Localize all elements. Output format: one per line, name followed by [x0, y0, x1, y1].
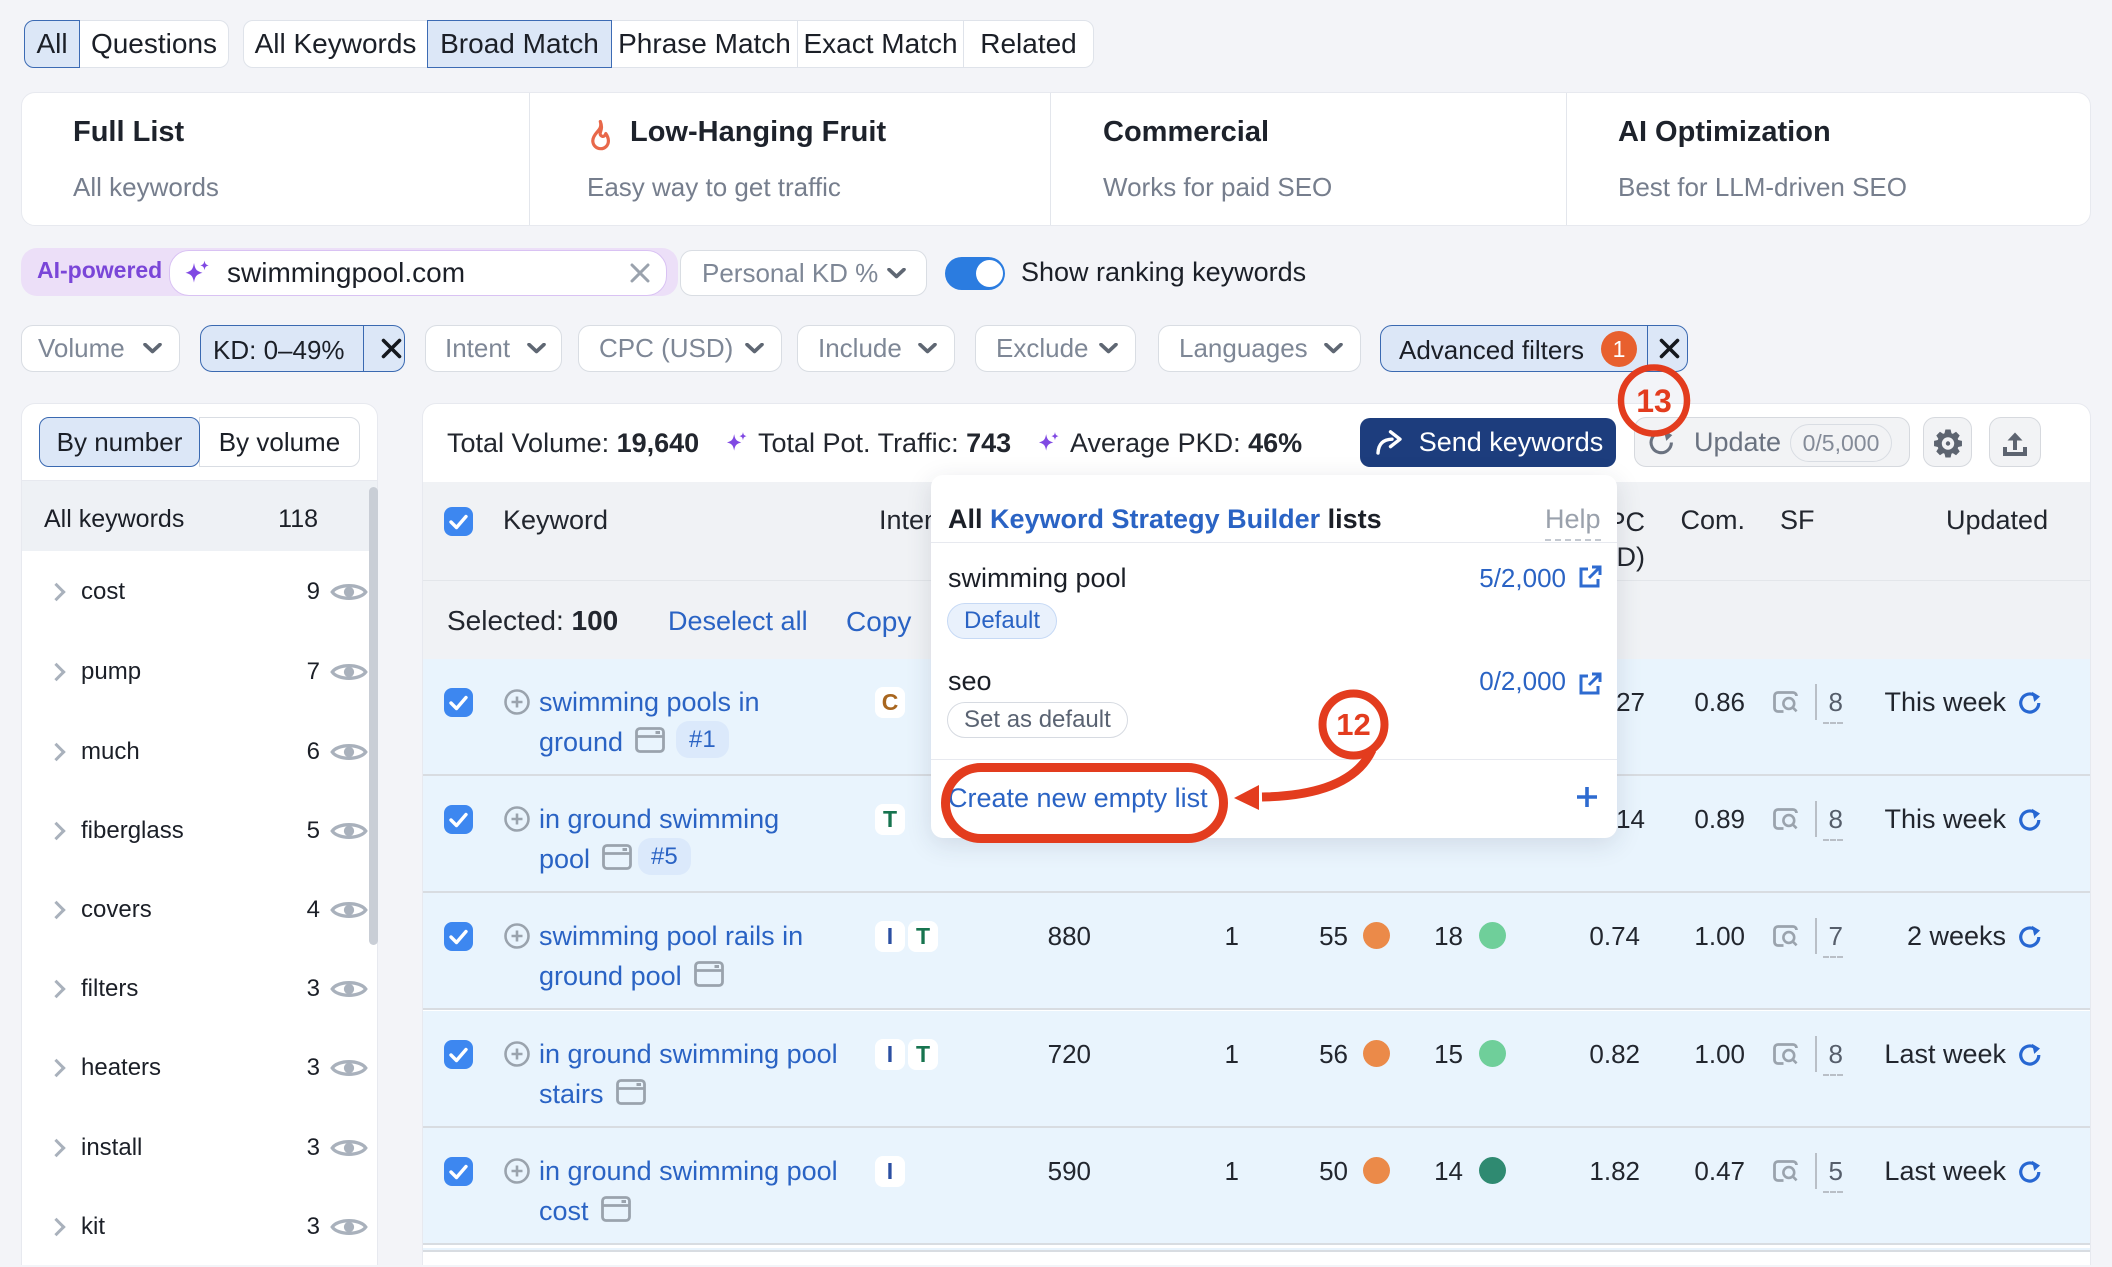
- svg-text:13: 13: [1636, 383, 1672, 419]
- svg-text:12: 12: [1336, 707, 1370, 742]
